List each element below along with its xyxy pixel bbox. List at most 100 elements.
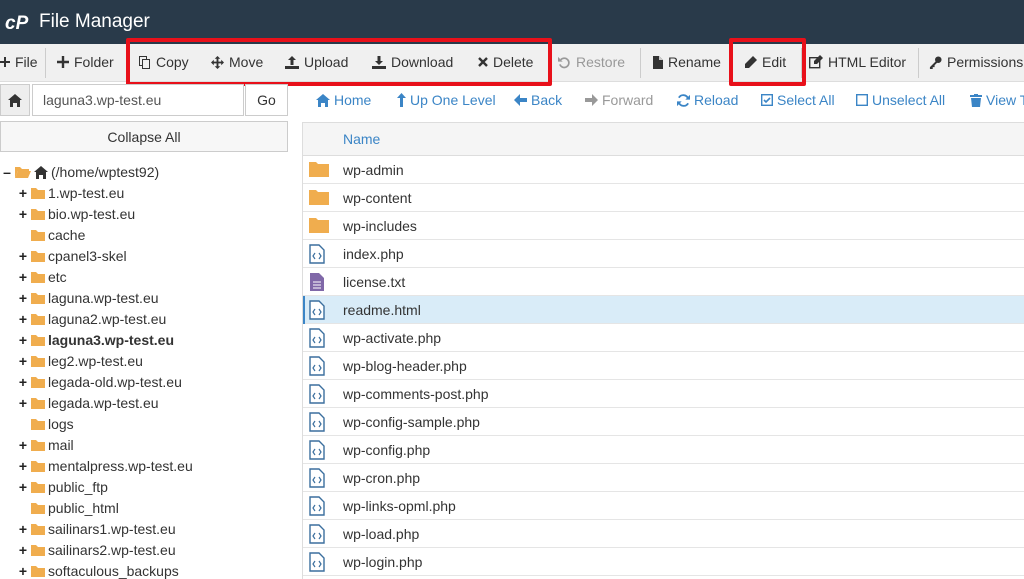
tree-item-label: etc — [48, 269, 67, 285]
pencil-icon — [745, 55, 757, 68]
tree-item-label: cache — [48, 227, 86, 243]
up-one-level-button[interactable]: Up One Level — [397, 84, 496, 116]
file-row[interactable]: index.php — [303, 240, 1024, 268]
tree-item[interactable]: + mail — [18, 435, 74, 455]
file-name: wp-load.php — [343, 526, 420, 542]
back-button[interactable]: Back — [514, 84, 562, 116]
file-row[interactable]: wp-admin — [303, 156, 1024, 184]
expand-plus-icon: + — [18, 185, 28, 201]
html-editor-button[interactable]: HTML Editor — [809, 44, 906, 80]
home-directory-button[interactable] — [0, 84, 30, 116]
new-folder-button[interactable]: Folder — [57, 44, 114, 80]
path-bar: Go — [0, 84, 288, 116]
restore-button[interactable]: Restore — [558, 44, 625, 80]
expand-plus-icon: + — [18, 206, 28, 222]
arrow-left-icon — [514, 94, 527, 106]
upload-button[interactable]: Upload — [285, 44, 348, 80]
tree-item-label: 1.wp-test.eu — [48, 185, 125, 201]
tree-item[interactable]: + sailinars1.wp-test.eu — [18, 519, 176, 539]
file-row[interactable]: wp-comments-post.php — [303, 380, 1024, 408]
checkbox-empty-icon — [856, 94, 868, 106]
tree-item[interactable]: logs — [31, 414, 74, 434]
tree-item[interactable]: + etc — [18, 267, 67, 287]
go-button[interactable]: Go — [245, 84, 288, 116]
folder-icon — [31, 251, 45, 262]
reload-button[interactable]: Reload — [677, 84, 738, 116]
tree-item-label: bio.wp-test.eu — [48, 206, 136, 222]
move-button[interactable]: Move — [211, 44, 263, 80]
folder-icon — [31, 482, 45, 493]
file-row[interactable]: wp-config-sample.php — [303, 408, 1024, 436]
copy-icon — [139, 55, 150, 69]
tree-item-label: legada.wp-test.eu — [48, 395, 159, 411]
view-trash-button[interactable]: View T — [970, 84, 1024, 116]
file-row[interactable]: license.txt — [303, 268, 1024, 296]
tree-item[interactable]: + legada-old.wp-test.eu — [18, 372, 182, 392]
unselect-all-button[interactable]: Unselect All — [856, 84, 945, 116]
tree-item[interactable]: public_html — [31, 498, 119, 518]
tree-item-label: laguna.wp-test.eu — [48, 290, 159, 306]
code-file-icon — [309, 468, 325, 488]
expand-plus-icon: + — [18, 563, 28, 579]
tree-item[interactable]: + legada.wp-test.eu — [18, 393, 159, 413]
select-all-button[interactable]: Select All — [761, 84, 835, 116]
cpanel-logo-icon: cP — [4, 7, 34, 37]
tree-item[interactable]: + cpanel3-skel — [18, 246, 127, 266]
code-file-icon — [309, 496, 325, 516]
file-row-selected[interactable]: readme.html — [303, 296, 1024, 324]
file-row[interactable]: wp-login.php — [303, 548, 1024, 576]
tree-item[interactable]: + mentalpress.wp-test.eu — [18, 456, 193, 476]
file-row[interactable]: wp-content — [303, 184, 1024, 212]
tree-item[interactable]: cache — [31, 225, 85, 245]
file-row[interactable]: wp-activate.php — [303, 324, 1024, 352]
folder-icon — [31, 272, 45, 283]
edit-button[interactable]: Edit — [744, 44, 786, 80]
download-button[interactable]: Download — [372, 44, 453, 80]
delete-button[interactable]: Delete — [478, 44, 533, 80]
copy-button[interactable]: Copy — [139, 44, 189, 80]
home-icon — [8, 93, 22, 107]
tree-item[interactable]: + softaculous_backups — [18, 561, 179, 579]
file-icon — [653, 55, 663, 69]
file-row[interactable]: wp-blog-header.php — [303, 352, 1024, 380]
permissions-button[interactable]: Permissions — [929, 44, 1023, 80]
tree-item[interactable]: + laguna.wp-test.eu — [18, 288, 159, 308]
checkbox-checked-icon — [761, 94, 773, 106]
expand-plus-icon: + — [18, 479, 28, 495]
file-row[interactable]: wp-load.php — [303, 520, 1024, 548]
tree-item[interactable]: + sailinars2.wp-test.eu — [18, 540, 176, 560]
tree-item[interactable]: + public_ftp — [18, 477, 108, 497]
column-header-name[interactable]: Name — [343, 131, 380, 147]
tree-item[interactable]: + 1.wp-test.eu — [18, 183, 124, 203]
expand-plus-icon: + — [18, 458, 28, 474]
edit-square-icon — [809, 55, 823, 69]
forward-button[interactable]: Forward — [585, 84, 653, 116]
file-row[interactable]: wp-includes — [303, 212, 1024, 240]
tree-item-current[interactable]: + laguna3.wp-test.eu — [18, 330, 174, 350]
tree-item[interactable]: + laguna2.wp-test.eu — [18, 309, 166, 329]
key-icon — [929, 55, 942, 69]
file-row[interactable]: wp-config.php — [303, 436, 1024, 464]
nav-home-button[interactable]: Home — [316, 84, 371, 116]
folder-icon — [31, 209, 45, 220]
tree-item[interactable]: + bio.wp-test.eu — [18, 204, 135, 224]
new-file-button[interactable]: File — [0, 44, 38, 80]
folder-icon — [31, 566, 45, 577]
tree-item-label: softaculous_backups — [48, 563, 179, 579]
main-toolbar: File Folder Copy Move Upload Download De… — [0, 44, 1024, 82]
tree-item[interactable]: + leg2.wp-test.eu — [18, 351, 143, 371]
rename-button[interactable]: Rename — [653, 44, 721, 80]
file-list-header: Name — [303, 123, 1024, 156]
tree-item-home[interactable]: – (/home/wptest92) — [2, 162, 159, 182]
tree-item-label: mentalpress.wp-test.eu — [48, 458, 193, 474]
file-name: wp-content — [343, 190, 412, 206]
folder-icon — [31, 335, 45, 346]
file-row[interactable]: wp-cron.php — [303, 464, 1024, 492]
file-name: wp-links-opml.php — [343, 498, 456, 514]
file-row[interactable]: wp-links-opml.php — [303, 492, 1024, 520]
path-input[interactable] — [32, 84, 244, 116]
collapse-all-button[interactable]: Collapse All — [0, 121, 288, 152]
trash-icon — [970, 93, 982, 107]
folder-icon — [31, 314, 45, 325]
home-icon — [34, 165, 48, 179]
